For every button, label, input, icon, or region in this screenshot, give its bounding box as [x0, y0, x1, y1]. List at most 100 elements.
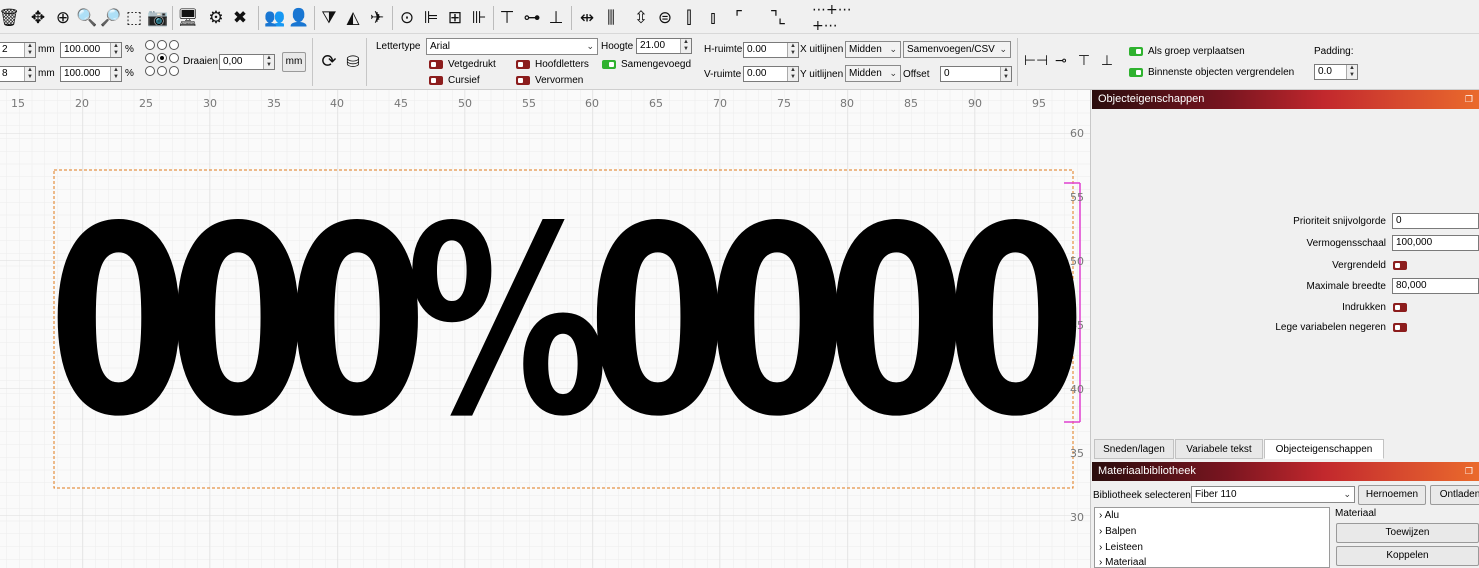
select-rect-icon[interactable]: ⬚	[123, 7, 145, 29]
v-space-label: V-ruimte	[704, 69, 742, 80]
distribute-space-icon[interactable]: ⫼	[602, 7, 620, 29]
height-input[interactable]: 21.00 ▲ ▼	[636, 38, 692, 54]
tools-icon[interactable]: ✖	[229, 7, 251, 29]
distribute-h-icon[interactable]: ⇹	[576, 7, 598, 29]
zoom-out-icon[interactable]: 🔎	[100, 7, 122, 29]
ruler-side-label: 55	[1070, 191, 1084, 204]
h-space-input[interactable]: 0.00 ▲ ▼	[743, 42, 799, 58]
distribute-right-icon[interactable]: ⫿	[678, 7, 700, 29]
zoom-special-icon[interactable]: ⊕	[52, 7, 74, 29]
distribute-center-icon[interactable]: ⊜	[654, 7, 676, 29]
padding-input[interactable]: 0.0 ▲ ▼	[1314, 64, 1358, 80]
move-as-group-toggle[interactable]	[1129, 47, 1143, 56]
rename-button[interactable]: Hernoemen	[1358, 485, 1426, 505]
anchor-radio[interactable]	[169, 40, 179, 50]
italic-toggle[interactable]	[429, 76, 443, 85]
align-center-icon[interactable]: ⊞	[445, 7, 465, 29]
align-bottom-icon[interactable]: ⊥	[546, 7, 566, 29]
scale-y-input[interactable]: 100.000 ▲ ▼	[60, 66, 122, 82]
grid-dots-icon[interactable]: ⋯+⋯+⋯	[812, 2, 876, 34]
caps-toggle[interactable]	[516, 60, 530, 69]
x-align-select[interactable]: Midden ⌄	[845, 41, 901, 58]
group-separator	[366, 38, 367, 86]
database-icon[interactable]: ⛁	[344, 50, 362, 72]
gear-wrench-icon[interactable]: ⚙	[205, 7, 227, 29]
position-y-input[interactable]: 8 ▲ ▼	[0, 66, 36, 82]
distribute-v-icon[interactable]: ⇳	[630, 7, 652, 29]
move-icon[interactable]: ✥	[27, 7, 49, 29]
canvas-text-object[interactable]: 000%0000	[48, 193, 1086, 453]
bold-toggle[interactable]	[429, 60, 443, 69]
users-group-icon[interactable]: 👥	[264, 7, 286, 29]
tree-item[interactable]: › Alu	[1099, 510, 1119, 521]
distort-toggle[interactable]	[516, 76, 530, 85]
align-objects-bottom-icon[interactable]: ⊥	[1097, 50, 1117, 72]
lock-inner-toggle[interactable]	[1129, 68, 1143, 77]
unload-button[interactable]: Ontladen	[1430, 485, 1479, 505]
indent-toggle[interactable]	[1393, 303, 1407, 312]
locked-toggle[interactable]	[1393, 261, 1407, 270]
priority-input[interactable]: 0	[1392, 213, 1479, 229]
align-top-icon[interactable]: ⊤	[497, 7, 517, 29]
camera-icon[interactable]: 📷	[147, 7, 169, 29]
dock-icon[interactable]: ❐	[1465, 462, 1473, 481]
link-button[interactable]: Koppelen	[1336, 546, 1479, 566]
power-scale-input[interactable]: 100,000	[1392, 235, 1479, 251]
welded-toggle[interactable]	[602, 60, 616, 69]
monitor-icon[interactable]: 🖥	[177, 7, 199, 29]
corner-bottom-right-icon[interactable]: ⌝⌞	[764, 7, 792, 29]
align-left-icon[interactable]: ⊫	[421, 7, 441, 29]
ruler-label: 25	[139, 97, 153, 110]
material-library-title-text: Materiaalbibliotheek	[1098, 465, 1196, 477]
v-space-input[interactable]: 0.00 ▲ ▼	[743, 66, 799, 82]
corner-top-left-icon[interactable]: ⌜	[730, 7, 748, 29]
ruler-side-label: 60	[1070, 127, 1084, 140]
toolbar-separator	[571, 6, 572, 30]
flip-horizontal-icon[interactable]: ◭	[343, 7, 363, 29]
unit-toggle-button[interactable]: mm	[282, 52, 306, 72]
offset-input[interactable]: 0 ▲ ▼	[940, 66, 1012, 82]
align-right-icon[interactable]: ⊪	[469, 7, 489, 29]
anchor-radio[interactable]	[145, 40, 155, 50]
tree-item[interactable]: › Leisteen	[1099, 542, 1143, 553]
align-middle-icon[interactable]: ⊶	[521, 7, 543, 29]
y-align-select[interactable]: Midden ⌄	[845, 65, 901, 82]
merge-csv-select[interactable]: Samenvoegen/CSV ⌄	[903, 41, 1011, 58]
trash-icon[interactable]: 🗑	[0, 7, 20, 29]
align-objects-center-icon[interactable]: ⊸	[1050, 50, 1072, 72]
anchor-radio[interactable]	[145, 53, 155, 63]
paper-plane-icon[interactable]: ✈	[367, 7, 387, 29]
object-properties-title-text: Objecteigenschappen	[1098, 93, 1205, 105]
font-select[interactable]: Arial ⌄	[426, 38, 598, 55]
ruler-label: 60	[585, 97, 599, 110]
tree-item[interactable]: › Balpen	[1099, 526, 1136, 537]
dock-icon[interactable]: ❐	[1465, 90, 1473, 109]
anchor-radio[interactable]	[169, 53, 179, 63]
distribute-left-icon[interactable]: ⫾	[702, 7, 724, 29]
rotate-input[interactable]: 0,00 ▲ ▼	[219, 54, 275, 70]
anchor-radio[interactable]	[157, 66, 167, 76]
position-x-input[interactable]: 2 ▲ ▼	[0, 42, 36, 58]
anchor-radio-selected[interactable]	[157, 53, 167, 63]
assign-button[interactable]: Toewijzen	[1336, 523, 1479, 543]
ignore-empty-toggle[interactable]	[1393, 323, 1407, 332]
tab-object-properties[interactable]: Objecteigenschappen	[1264, 439, 1384, 459]
library-select[interactable]: Fiber 110 ⌄	[1191, 486, 1355, 503]
max-width-input[interactable]: 80,000	[1392, 278, 1479, 294]
tree-item[interactable]: › Materiaal	[1099, 557, 1146, 568]
material-tree[interactable]: › Alu › Balpen › Leisteen › Materiaal	[1094, 507, 1330, 568]
align-objects-h-icon[interactable]: ⊢⊣	[1024, 50, 1048, 72]
scale-x-input[interactable]: 100.000 ▲ ▼	[60, 42, 122, 58]
anchor-radio[interactable]	[145, 66, 155, 76]
unit-label: mm	[38, 44, 55, 55]
zoom-in-icon[interactable]: 🔍	[76, 7, 98, 29]
align-objects-top-icon[interactable]: ⊤	[1074, 50, 1094, 72]
refresh-cycle-icon[interactable]: ⟳	[318, 50, 340, 72]
anchor-radio[interactable]	[169, 66, 179, 76]
anchor-radio[interactable]	[157, 40, 167, 50]
flip-vertical-icon[interactable]: ⧩	[319, 7, 339, 29]
user-icon[interactable]: 👤	[288, 7, 310, 29]
tab-cuts-layers[interactable]: Sneden/lagen	[1094, 439, 1174, 459]
tab-variable-text[interactable]: Variabele tekst	[1175, 439, 1263, 459]
target-icon[interactable]: ⊙	[397, 7, 417, 29]
